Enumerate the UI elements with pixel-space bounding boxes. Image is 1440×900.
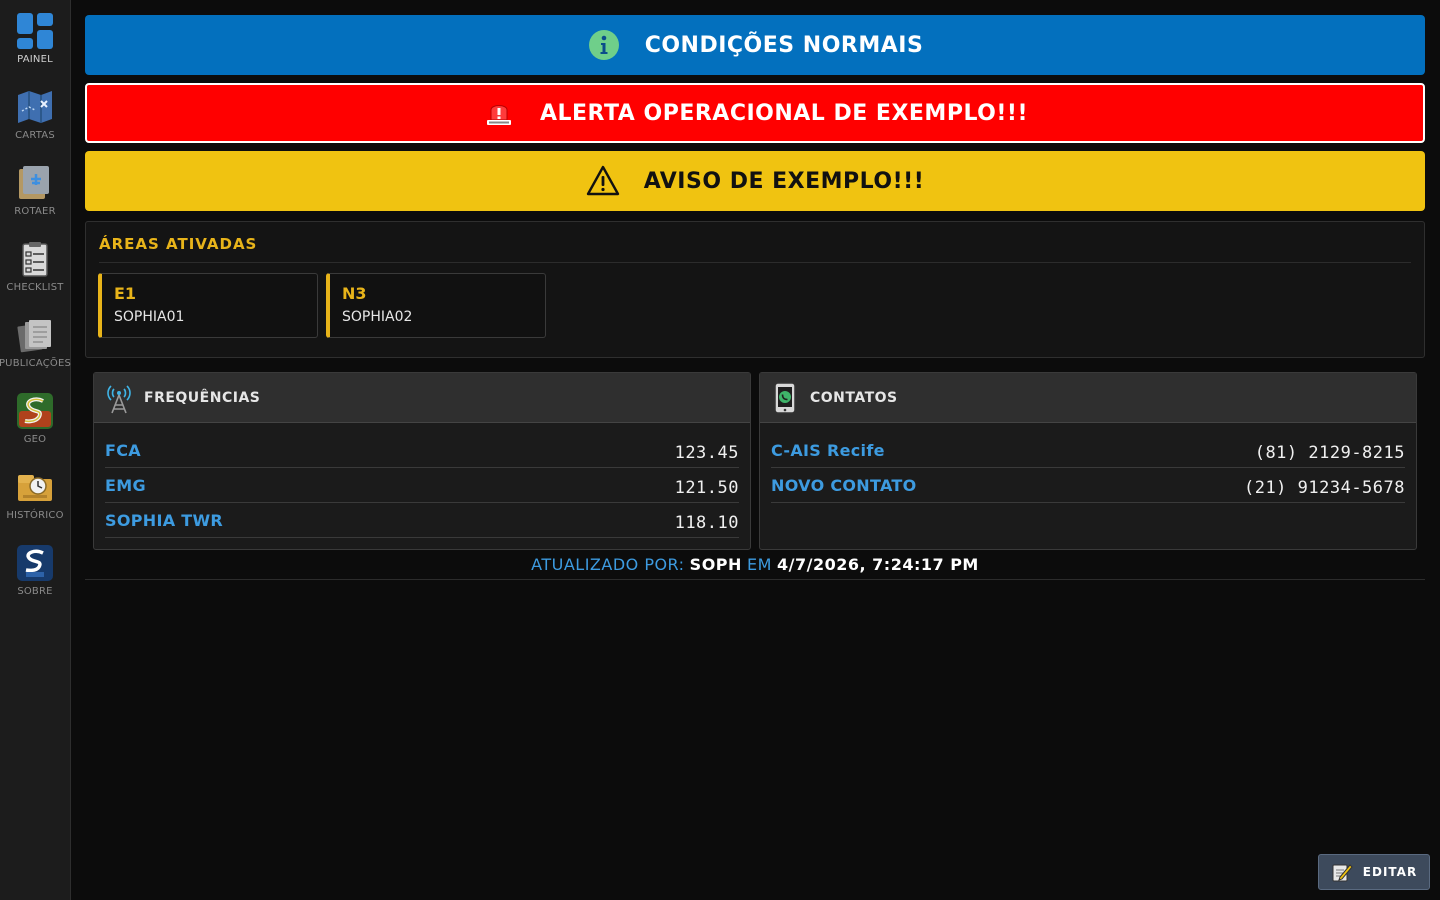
- edit-button[interactable]: EDITAR: [1318, 854, 1430, 890]
- last-updated: ATUALIZADO POR: SOPH EM 4/7/2026, 7:24:1…: [85, 555, 1425, 580]
- updated-em-label: EM: [747, 555, 772, 574]
- frequency-value: 121.50: [674, 478, 739, 498]
- edit-icon: [1331, 861, 1353, 883]
- frequencies-card: FREQUÊNCIAS FCA 123.45 EMG 121.50 SOPHIA…: [93, 372, 751, 550]
- chart-map-icon: [16, 88, 54, 126]
- sidebar-item-publicacoes[interactable]: PUBLICAÇÕES: [0, 304, 72, 380]
- card-title: FREQUÊNCIAS: [144, 389, 261, 406]
- updated-datetime: 4/7/2026, 7:24:17 PM: [777, 555, 979, 574]
- divider: [99, 262, 1411, 263]
- rotaer-icon: [16, 164, 54, 202]
- frequency-name: SOPHIA TWR: [105, 511, 224, 530]
- sidebar: PAINEL CARTAS ROTAER CHECKLIST PUBLICAÇÕ…: [0, 0, 71, 900]
- sidebar-item-label: CARTAS: [15, 130, 55, 141]
- area-card[interactable]: E1 SOPHIA01: [98, 273, 318, 338]
- geo-icon: [16, 392, 54, 430]
- card-header: FREQUÊNCIAS: [94, 373, 750, 423]
- antenna-icon: [104, 381, 134, 415]
- frequency-name: EMG: [105, 476, 146, 495]
- area-code: N3: [342, 284, 367, 303]
- sidebar-item-cartas[interactable]: CARTAS: [0, 76, 70, 152]
- contact-name: C-AIS Recife: [771, 441, 885, 460]
- sidebar-item-label: SOBRE: [17, 586, 53, 597]
- sidebar-item-label: ROTAER: [14, 206, 56, 217]
- contacts-card: CONTATOS C-AIS Recife (81) 2129-8215 NOV…: [759, 372, 1417, 550]
- warning-icon: [586, 164, 620, 198]
- updated-label: ATUALIZADO POR:: [531, 555, 685, 574]
- areas-title: ÁREAS ATIVADAS: [99, 235, 258, 253]
- info-icon: [587, 28, 621, 62]
- area-name: SOPHIA01: [114, 309, 185, 325]
- contact-phone: (21) 91234-5678: [1243, 478, 1405, 498]
- sidebar-item-label: HISTÓRICO: [6, 510, 64, 521]
- frequency-row: SOPHIA TWR 118.10: [105, 503, 739, 538]
- sidebar-item-historico[interactable]: HISTÓRICO: [0, 456, 70, 532]
- area-code: E1: [114, 284, 137, 303]
- phone-icon: [770, 381, 800, 415]
- contact-row: NOVO CONTATO (21) 91234-5678: [771, 468, 1405, 503]
- sidebar-item-checklist[interactable]: CHECKLIST: [0, 228, 70, 304]
- card-header: CONTATOS: [760, 373, 1416, 423]
- area-name: SOPHIA02: [342, 309, 413, 325]
- activated-areas-panel: ÁREAS ATIVADAS E1 SOPHIA01 N3 SOPHIA02: [85, 221, 1425, 358]
- siren-icon: [482, 96, 516, 130]
- frequency-value: 123.45: [674, 443, 739, 463]
- frequency-value: 118.10: [674, 513, 739, 533]
- sidebar-item-rotaer[interactable]: ROTAER: [0, 152, 70, 228]
- publications-icon: [16, 316, 54, 354]
- edit-button-label: EDITAR: [1362, 865, 1418, 879]
- sidebar-item-label: PAINEL: [17, 54, 53, 65]
- status-banner-alert: ALERTA OPERACIONAL DE EXEMPLO!!!: [85, 83, 1425, 143]
- sidebar-item-label: CHECKLIST: [6, 282, 64, 293]
- card-title: CONTATOS: [810, 389, 898, 406]
- contact-phone: (81) 2129-8215: [1254, 443, 1405, 463]
- frequency-row: FCA 123.45: [105, 433, 739, 468]
- updated-user: SOPH: [689, 555, 742, 574]
- status-banner-warning: AVISO DE EXEMPLO!!!: [85, 151, 1425, 211]
- contact-row: C-AIS Recife (81) 2129-8215: [771, 433, 1405, 468]
- about-icon: [16, 544, 54, 582]
- banner-text: ALERTA OPERACIONAL DE EXEMPLO!!!: [539, 100, 1028, 126]
- area-card[interactable]: N3 SOPHIA02: [326, 273, 546, 338]
- frequency-row: EMG 121.50: [105, 468, 739, 503]
- sidebar-item-geo[interactable]: GEO: [0, 380, 70, 456]
- history-icon: [16, 468, 54, 506]
- banner-text: CONDIÇÕES NORMAIS: [644, 32, 924, 58]
- sidebar-item-label: GEO: [23, 434, 47, 445]
- status-banner-normal: CONDIÇÕES NORMAIS: [85, 15, 1425, 75]
- checklist-icon: [16, 240, 54, 278]
- banner-text: AVISO DE EXEMPLO!!!: [643, 168, 925, 194]
- sidebar-item-sobre[interactable]: SOBRE: [0, 532, 70, 608]
- contact-name: NOVO CONTATO: [771, 476, 917, 495]
- sidebar-item-label: PUBLICAÇÕES: [0, 358, 72, 369]
- dashboard-icon: [16, 12, 54, 50]
- frequency-name: FCA: [105, 441, 141, 460]
- sidebar-item-painel[interactable]: PAINEL: [0, 0, 70, 76]
